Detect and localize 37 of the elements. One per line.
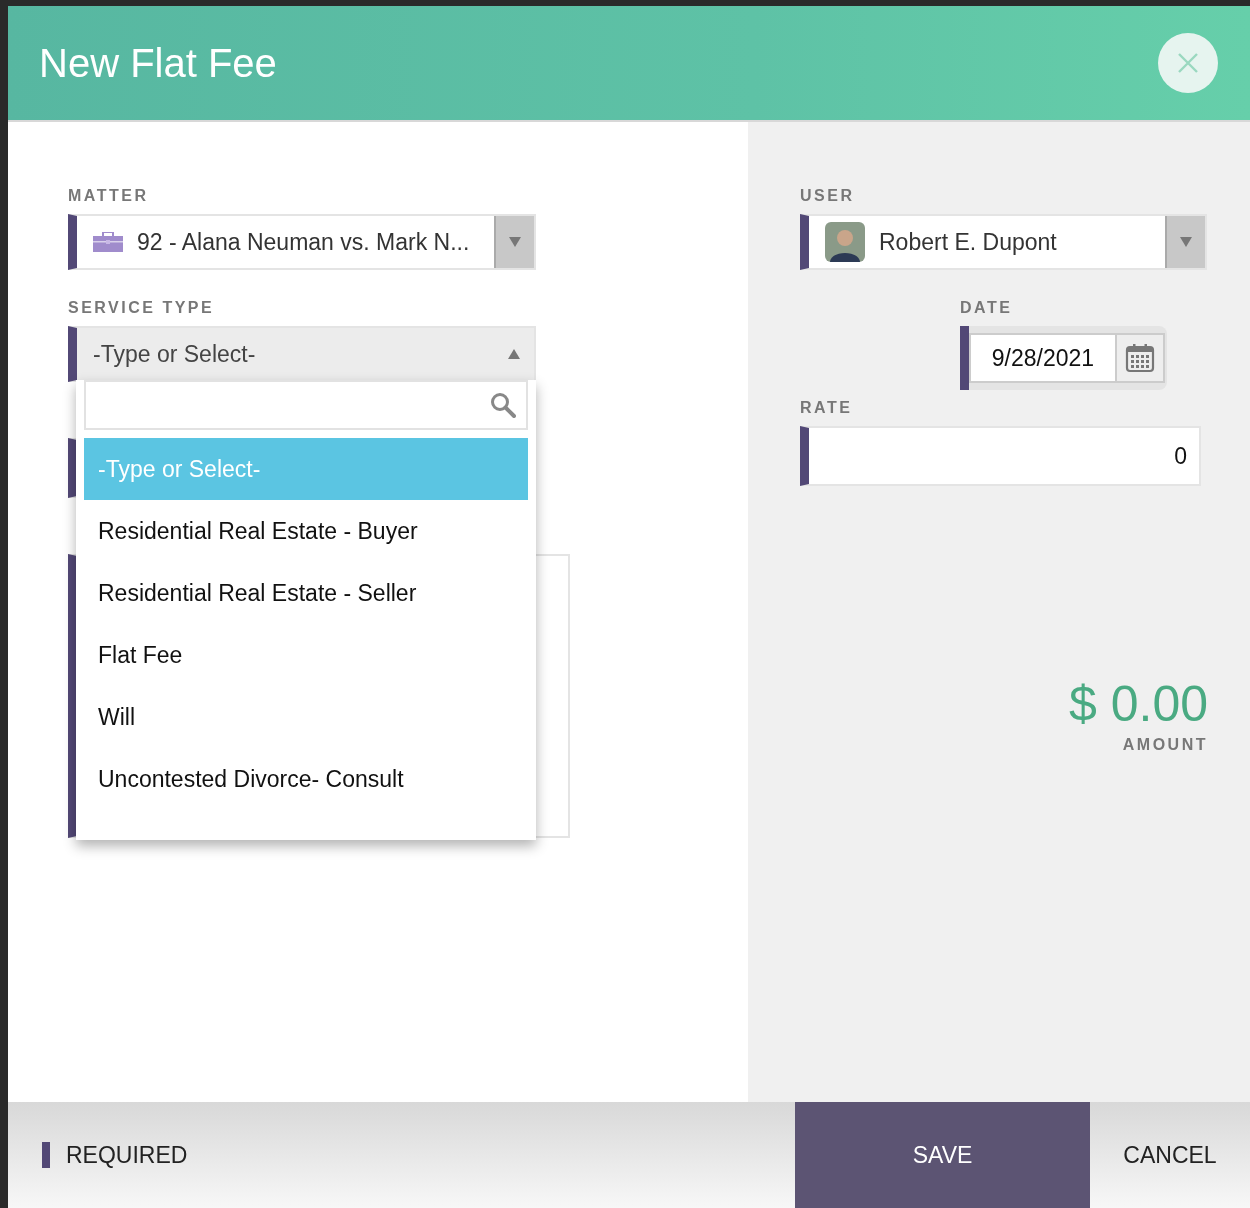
calendar-button[interactable] [1117,333,1165,383]
service-type-select[interactable]: -Type or Select- [68,326,536,382]
matter-select[interactable]: 92 - Alana Neuman vs. Mark N... [68,214,536,270]
avatar-icon [825,222,865,262]
search-icon [490,392,516,418]
amount-value: $ 0.00 [1069,676,1208,732]
user-value: Robert E. Dupont [879,228,1058,256]
dialog-title: New Flat Fee [39,40,277,86]
dropdown-option[interactable]: Residential Real Estate - Buyer [84,500,528,562]
save-button[interactable]: SAVE [795,1102,1090,1208]
date-value: 9/28/2021 [969,333,1117,383]
close-icon [1177,52,1199,74]
cancel-button[interactable]: CANCEL [1090,1102,1250,1208]
required-legend: REQUIRED [66,1141,188,1169]
dropdown-option[interactable]: Uncontested Divorce- Consult [84,748,528,810]
date-field[interactable]: 9/28/2021 [960,326,1167,390]
field-label: DATE [960,298,1014,318]
field-label: USER [800,186,856,206]
caret-icon [509,237,521,247]
caret-icon [508,349,520,359]
matter-value: 92 - Alana Neuman vs. Mark N... [137,228,471,256]
calendar-icon [1125,343,1155,373]
field-label: SERVICE TYPE [68,298,216,318]
close-button[interactable] [1158,33,1218,93]
service-type-value: -Type or Select- [93,340,257,368]
dropdown-option[interactable]: Residential Real Estate - Seller [84,562,528,624]
dropdown-option[interactable]: Flat Fee [84,624,528,686]
field-label: RATE [800,398,854,418]
caret-icon [1180,237,1192,247]
search-field[interactable] [84,380,528,430]
dropdown-option[interactable]: Will [84,686,528,748]
rate-field[interactable]: 0 [800,426,1201,486]
required-marker [42,1142,50,1168]
user-select[interactable]: Robert E. Dupont [800,214,1207,270]
field-label: MATTER [68,186,150,206]
amount-label: AMOUNT [1122,736,1208,754]
briefcase-icon [93,232,123,252]
